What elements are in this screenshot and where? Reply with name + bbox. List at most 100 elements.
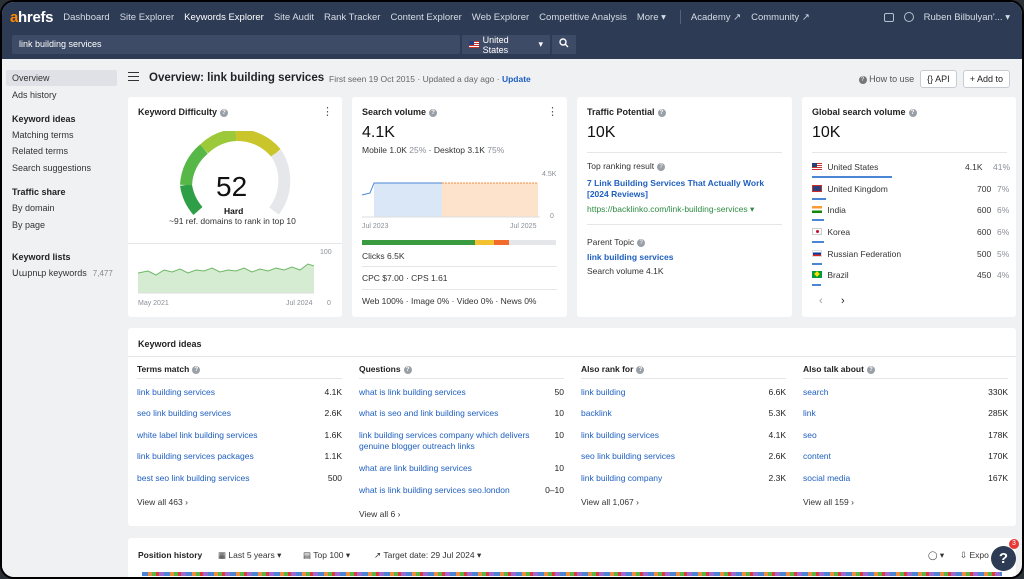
nav-academy[interactable]: Academy ↗ bbox=[691, 12, 741, 23]
sidebar-item-ads-history[interactable]: Ads history bbox=[12, 90, 57, 100]
nav-rank-tracker[interactable]: Rank Tracker bbox=[324, 12, 381, 23]
menu-icon[interactable] bbox=[128, 72, 139, 81]
nav-web-explorer[interactable]: Web Explorer bbox=[472, 12, 529, 23]
country-row[interactable]: India 600 6% bbox=[812, 205, 1009, 215]
kd-note: ~91 ref. domains to rank in top 10 bbox=[169, 216, 296, 226]
caret-down-icon: ▾ bbox=[476, 550, 482, 560]
search-button[interactable] bbox=[552, 35, 576, 54]
sidebar-item-by-domain[interactable]: By domain bbox=[12, 203, 55, 213]
parent-topic-label: Parent Topic? bbox=[587, 237, 646, 247]
add-to-button[interactable]: + Add to bbox=[962, 70, 1010, 88]
country-share-bar bbox=[812, 241, 824, 243]
view-all-link[interactable]: View all 1,067 › bbox=[581, 497, 639, 507]
ahrefs-logo[interactable]: ahrefs bbox=[10, 9, 54, 26]
help-icon[interactable]: ? bbox=[657, 162, 666, 171]
divider bbox=[587, 224, 782, 225]
comment-button[interactable]: ◯ ▾ bbox=[928, 550, 944, 561]
divider bbox=[812, 152, 1007, 153]
nav-site-explorer[interactable]: Site Explorer bbox=[120, 12, 174, 23]
view-all-link[interactable]: View all 159 › bbox=[803, 497, 854, 507]
clicks-value: Clicks 6.5K bbox=[362, 251, 405, 261]
country-row[interactable]: Brazil 450 4% bbox=[812, 270, 1009, 280]
view-all-link[interactable]: View all 463 › bbox=[137, 497, 188, 507]
nav-community[interactable]: Community ↗ bbox=[751, 12, 810, 23]
nav-dashboard[interactable]: Dashboard bbox=[63, 12, 109, 23]
screen-icon[interactable] bbox=[883, 12, 894, 22]
volume-trend-chart bbox=[362, 182, 540, 218]
nav-site-audit[interactable]: Site Audit bbox=[274, 12, 314, 23]
parent-topic-link[interactable]: link building services bbox=[587, 252, 673, 262]
sidebar-head-traffic-share: Traffic share bbox=[12, 187, 66, 197]
target-date-select[interactable]: ↗ Target date: 29 Jul 2024 ▾ bbox=[374, 550, 481, 561]
api-button[interactable]: {} API bbox=[920, 70, 957, 88]
period-select[interactable]: ▦ Last 5 years ▾ bbox=[218, 550, 281, 561]
keyword-search-input[interactable]: link building services bbox=[12, 35, 460, 54]
search-row: link building services United States ▾ bbox=[2, 32, 1022, 59]
uk-flag-icon bbox=[812, 185, 822, 192]
column-head: Also rank for? bbox=[581, 364, 786, 374]
clicks-distribution-bar bbox=[362, 240, 556, 245]
sidebar-item-search-suggestions[interactable]: Search suggestions bbox=[12, 163, 91, 173]
help-icon[interactable]: ? bbox=[403, 365, 412, 374]
help-icon[interactable]: ? bbox=[429, 108, 438, 117]
user-menu[interactable]: Ruben Bilbulyan'... ▾ bbox=[924, 12, 1010, 23]
kd-history-chart bbox=[138, 263, 314, 294]
help-icon[interactable]: ? bbox=[637, 238, 646, 247]
help-icon[interactable]: ? bbox=[636, 365, 645, 374]
country-row[interactable]: United Kingdom 700 7% bbox=[812, 184, 1009, 194]
nav-keywords-explorer[interactable]: Keywords Explorer bbox=[184, 12, 264, 23]
caret-down-icon: ▾ bbox=[277, 550, 282, 560]
global-search-volume-card: Global search volume? 10K United States … bbox=[802, 97, 1016, 317]
chart-x-end: Jul 2025 bbox=[510, 223, 537, 230]
sidebar-head-keyword-lists: Keyword lists bbox=[12, 252, 71, 262]
divider bbox=[803, 378, 1008, 379]
help-icon[interactable]: ? bbox=[192, 365, 201, 374]
sidebar-item-by-page[interactable]: By page bbox=[12, 220, 45, 230]
help-chat-button[interactable]: ? bbox=[991, 546, 1016, 571]
export-button[interactable]: ⇩ Expo bbox=[960, 550, 989, 561]
top-result-url[interactable]: https://backlinko.com/link-building-serv… bbox=[587, 204, 754, 215]
parent-topic-volume: Search volume 4.1K bbox=[587, 266, 664, 276]
help-icon[interactable]: ? bbox=[220, 108, 229, 117]
nav-competitive-analysis[interactable]: Competitive Analysis bbox=[539, 12, 627, 23]
top-nav: ahrefs Dashboard Site Explorer Keywords … bbox=[2, 2, 1022, 32]
nav-more[interactable]: More ▾ bbox=[637, 12, 666, 23]
more-options-icon[interactable]: ⋮ bbox=[547, 105, 558, 118]
chevron-left-icon[interactable]: ‹ bbox=[819, 295, 823, 307]
country-share-bar bbox=[812, 219, 824, 221]
serp-features: Web 100% · Image 0% · Video 0% · News 0% bbox=[362, 296, 537, 306]
caret-down-icon: ▾ bbox=[538, 39, 543, 49]
chevron-right-icon[interactable]: › bbox=[841, 295, 845, 307]
top-result-label: Top ranking result? bbox=[587, 161, 666, 171]
korea-flag-icon bbox=[812, 228, 822, 235]
update-link[interactable]: Update bbox=[502, 74, 531, 84]
divider bbox=[581, 378, 786, 379]
how-to-use-link[interactable]: ? How to use bbox=[856, 74, 914, 84]
sidebar-item-overview[interactable]: Overview bbox=[6, 70, 117, 86]
country-row[interactable]: Russian Federation 500 5% bbox=[812, 249, 1009, 259]
country-row[interactable]: United States 4.1K 41% bbox=[812, 162, 1010, 172]
header-actions: ? How to use {} API + Add to bbox=[856, 70, 1010, 88]
kd-label: Hard bbox=[224, 206, 244, 216]
top-positions-select[interactable]: ▤ Top 100 ▾ bbox=[303, 550, 350, 561]
sidebar-item-keyword-list[interactable]: Սաpnւp keywords 7,477 bbox=[12, 268, 113, 279]
position-history-card: Position history ▦ Last 5 years ▾ ▤ Top … bbox=[128, 538, 1016, 577]
chevron-down-icon: ▾ bbox=[661, 11, 666, 23]
view-all-link[interactable]: View all 6 › bbox=[359, 509, 400, 519]
keyword-ideas-card: Keyword ideas bbox=[128, 328, 1016, 526]
nav-content-explorer[interactable]: Content Explorer bbox=[390, 12, 461, 23]
top-result-title-link[interactable]: 7 Link Building Services That Actually W… bbox=[587, 178, 777, 200]
help-icon[interactable]: ? bbox=[866, 365, 875, 374]
sidebar-item-matching-terms[interactable]: Matching terms bbox=[12, 130, 74, 140]
divider bbox=[137, 378, 342, 379]
help-icon[interactable]: ? bbox=[908, 108, 917, 117]
sidebar-item-related-terms[interactable]: Related terms bbox=[12, 146, 68, 156]
help-icon[interactable]: ? bbox=[657, 108, 666, 117]
status-icon[interactable] bbox=[903, 12, 914, 22]
country-select[interactable]: United States ▾ bbox=[462, 35, 550, 55]
more-options-icon[interactable]: ⋮ bbox=[322, 105, 333, 118]
caret-down-icon: ▾ bbox=[345, 550, 351, 560]
calendar-icon: ▦ bbox=[218, 550, 227, 560]
country-row[interactable]: Korea 600 6% bbox=[812, 227, 1009, 237]
column-head: Terms match? bbox=[137, 364, 342, 374]
